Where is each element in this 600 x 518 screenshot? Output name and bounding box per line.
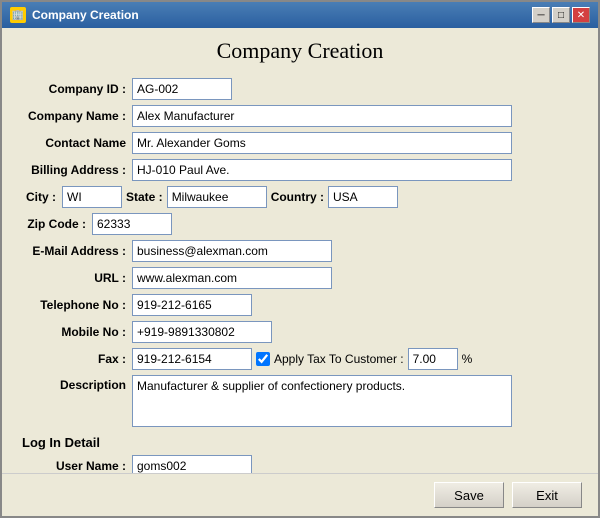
window-title: Company Creation: [32, 8, 139, 22]
footer: Save Exit: [2, 473, 598, 516]
company-name-input[interactable]: [132, 105, 512, 127]
main-window: 🏢 Company Creation ─ □ ✕ Company Creatio…: [0, 0, 600, 518]
title-bar-left: 🏢 Company Creation: [10, 7, 139, 23]
username-row: User Name :: [22, 455, 578, 473]
zip-code-input[interactable]: [92, 213, 172, 235]
fax-tax-row: Fax : Apply Tax To Customer : %: [22, 348, 578, 370]
city-state-country-row: City : State : Country :: [22, 186, 578, 208]
telephone-input[interactable]: [132, 294, 252, 316]
username-label: User Name :: [22, 459, 132, 473]
mobile-row: Mobile No :: [22, 321, 578, 343]
title-bar: 🏢 Company Creation ─ □ ✕: [2, 2, 598, 28]
telephone-row: Telephone No :: [22, 294, 578, 316]
apply-tax-checkbox[interactable]: [256, 352, 270, 366]
country-input[interactable]: [328, 186, 398, 208]
company-name-label: Company Name :: [22, 109, 132, 123]
company-id-row: Company ID :: [22, 78, 578, 100]
email-input[interactable]: [132, 240, 332, 262]
window-icon: 🏢: [10, 7, 26, 23]
tax-percent-symbol: %: [462, 352, 473, 366]
exit-button[interactable]: Exit: [512, 482, 582, 508]
contact-name-row: Contact Name: [22, 132, 578, 154]
tax-row: Apply Tax To Customer : %: [256, 348, 472, 370]
billing-address-input[interactable]: [132, 159, 512, 181]
minimize-button[interactable]: ─: [532, 7, 550, 23]
email-row: E-Mail Address :: [22, 240, 578, 262]
description-input[interactable]: Manufacturer & supplier of confectionery…: [132, 375, 512, 427]
city-input[interactable]: [62, 186, 122, 208]
billing-address-row: Billing Address :: [22, 159, 578, 181]
fax-input[interactable]: [132, 348, 252, 370]
billing-address-label: Billing Address :: [22, 163, 132, 177]
tax-value-input[interactable]: [408, 348, 458, 370]
window-body: Company Creation Company ID : Company Na…: [2, 28, 598, 473]
description-label: Description: [22, 375, 132, 392]
country-label: Country :: [267, 190, 328, 204]
maximize-button[interactable]: □: [552, 7, 570, 23]
contact-name-input[interactable]: [132, 132, 512, 154]
city-label: City :: [22, 190, 62, 204]
form-section: Company ID : Company Name : Contact Name…: [22, 78, 578, 427]
url-input[interactable]: [132, 267, 332, 289]
username-input[interactable]: [132, 455, 252, 473]
telephone-label: Telephone No :: [22, 298, 132, 312]
mobile-label: Mobile No :: [22, 325, 132, 339]
mobile-input[interactable]: [132, 321, 272, 343]
description-row: Description Manufacturer & supplier of c…: [22, 375, 578, 427]
fax-label: Fax :: [22, 352, 132, 366]
url-row: URL :: [22, 267, 578, 289]
close-button[interactable]: ✕: [572, 7, 590, 23]
state-label: State :: [122, 190, 167, 204]
company-name-row: Company Name :: [22, 105, 578, 127]
page-title: Company Creation: [22, 38, 578, 64]
contact-name-label: Contact Name: [22, 136, 132, 150]
company-id-input[interactable]: [132, 78, 232, 100]
state-input[interactable]: [167, 186, 267, 208]
title-buttons: ─ □ ✕: [532, 7, 590, 23]
apply-tax-label: Apply Tax To Customer :: [274, 352, 404, 366]
company-id-label: Company ID :: [22, 82, 132, 96]
save-button[interactable]: Save: [434, 482, 504, 508]
zip-code-label: Zip Code :: [22, 217, 92, 231]
login-section-title: Log In Detail: [22, 435, 578, 450]
url-label: URL :: [22, 271, 132, 285]
zip-code-row: Zip Code :: [22, 213, 578, 235]
email-label: E-Mail Address :: [22, 244, 132, 258]
